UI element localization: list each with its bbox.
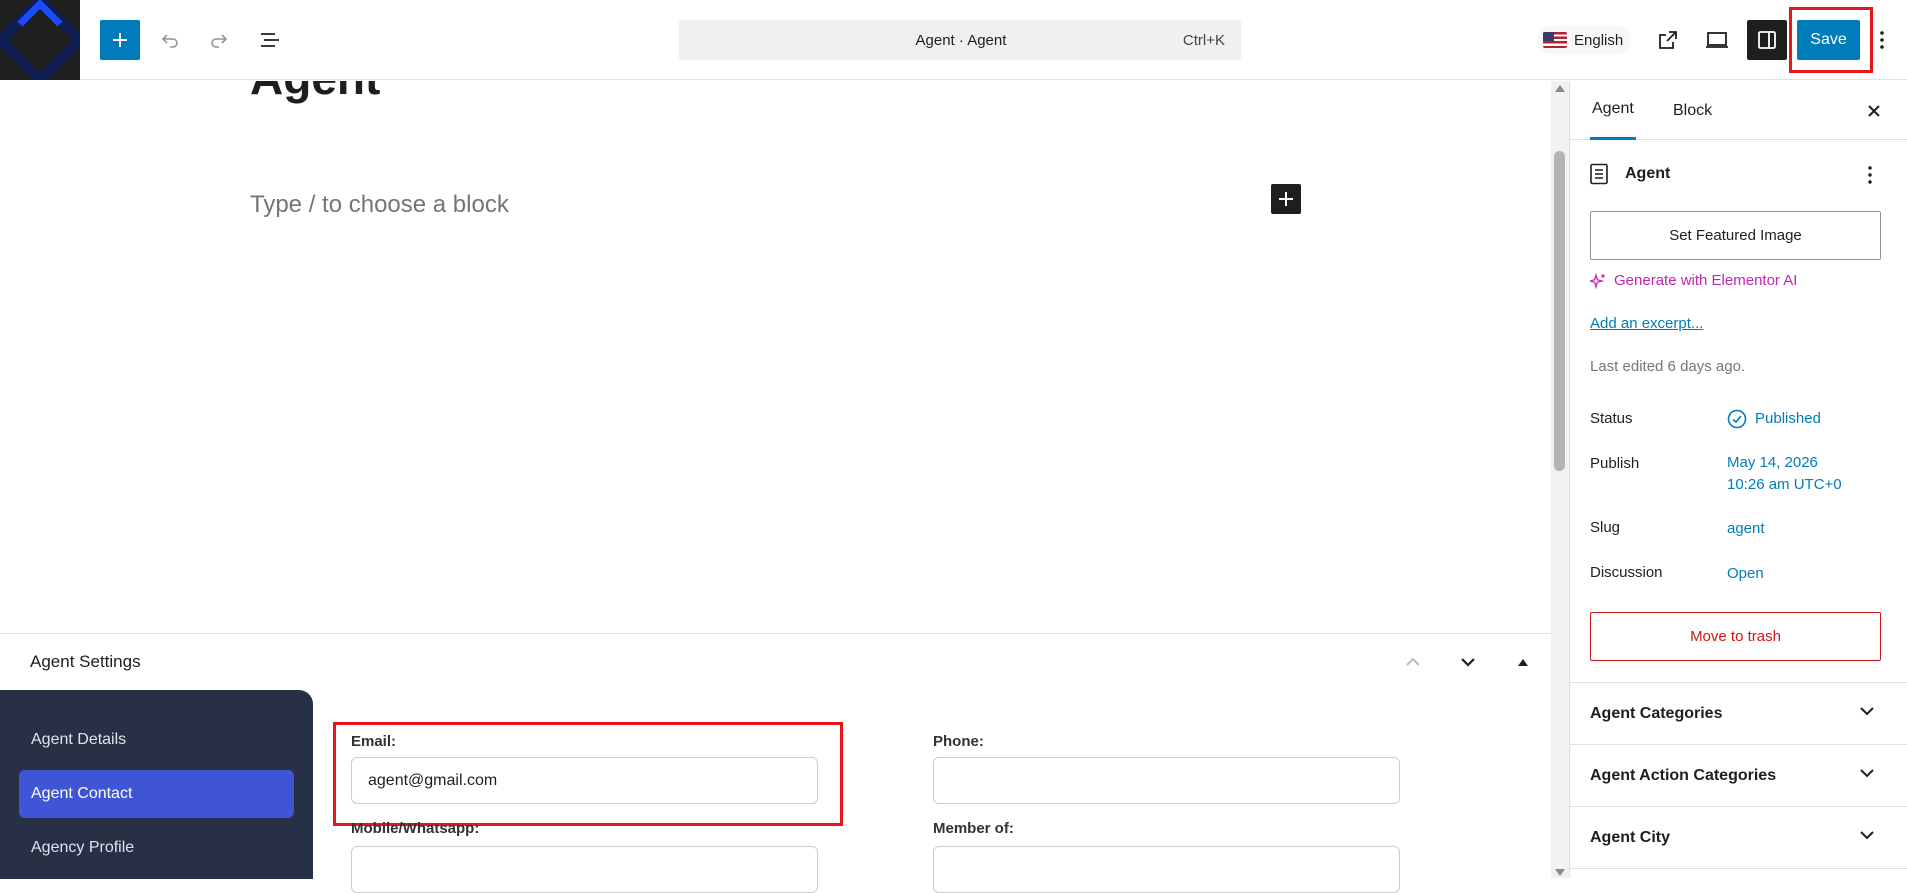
panel-title: Agent Categories (1590, 704, 1723, 722)
canvas-scrollbar[interactable] (1551, 81, 1569, 878)
plus-icon (1279, 192, 1293, 206)
chevron-down-icon (1860, 769, 1874, 778)
document-type-label: Agent (1625, 165, 1671, 182)
email-field[interactable] (351, 757, 818, 804)
generate-ai-link[interactable]: Generate with Elementor AI (1590, 272, 1797, 289)
language-label: English (1574, 31, 1624, 49)
metabox-side-nav: Agent Details Agent Contact Agency Profi… (0, 690, 313, 879)
close-icon (1868, 105, 1880, 117)
redo-icon (211, 34, 228, 48)
discussion-value[interactable]: Open (1727, 563, 1764, 585)
close-sidebar-button[interactable] (1862, 99, 1886, 123)
publish-time: 10:26 am UTC+0 (1727, 476, 1842, 493)
move-down-button[interactable] (1454, 648, 1482, 676)
chevron-down-icon (1860, 707, 1874, 716)
publish-label: Publish (1590, 455, 1640, 472)
command-shortcut: Ctrl+K (1182, 31, 1225, 49)
published-check-icon (1727, 409, 1747, 429)
status-value-button[interactable]: Published (1727, 408, 1821, 430)
scroll-up-arrow-icon[interactable] (1555, 85, 1565, 92)
tab-agent[interactable]: Agent (1590, 81, 1636, 140)
move-to-trash-button[interactable]: Move to trash (1590, 612, 1881, 661)
panel-agent-action-categories[interactable]: Agent Action Categories (1570, 745, 1907, 807)
editor-top-bar: Agent · Agent Ctrl+K English Save (0, 0, 1907, 80)
toggle-panel-button[interactable] (1509, 648, 1537, 676)
mobile-field[interactable] (351, 846, 818, 893)
publish-date: May 14, 2026 (1727, 454, 1818, 471)
status-label: Status (1590, 410, 1633, 427)
list-view-icon (261, 33, 279, 47)
plus-icon (113, 33, 127, 47)
device-preview-button[interactable] (1697, 20, 1737, 60)
site-logo-icon[interactable] (0, 0, 80, 80)
ai-sparkle-icon (1590, 272, 1605, 289)
external-link-icon (1659, 31, 1677, 49)
member-of-field[interactable] (933, 846, 1400, 893)
sidebar-icon (1758, 31, 1776, 49)
document-actions-button[interactable] (1858, 163, 1882, 187)
undo-button[interactable] (150, 20, 190, 60)
mobile-label: Mobile/Whatsapp: (351, 820, 480, 837)
phone-label: Phone: (933, 733, 984, 750)
redo-button[interactable] (199, 20, 239, 60)
document-title: Agent · Agent (915, 31, 1007, 49)
inline-inserter-button[interactable] (1271, 184, 1301, 214)
post-title[interactable]: Agent (250, 81, 380, 105)
generate-ai-label: Generate with Elementor AI (1614, 272, 1798, 289)
view-post-button[interactable] (1648, 20, 1688, 60)
status-value: Published (1755, 410, 1821, 427)
undo-icon (161, 34, 178, 48)
panel-agent-categories[interactable]: Agent Categories (1570, 683, 1907, 745)
member-of-label: Member of: (933, 820, 1014, 837)
panel-agent-city[interactable]: Agent City (1570, 807, 1907, 869)
language-switcher[interactable]: English (1537, 26, 1632, 54)
chevron-down-icon (1860, 831, 1874, 840)
panel-title: Agent Action Categories (1590, 766, 1777, 784)
tab-block[interactable]: Block (1673, 81, 1712, 140)
move-up-button[interactable] (1399, 648, 1427, 676)
chevron-down-icon (1461, 658, 1475, 667)
save-button[interactable]: Save (1797, 20, 1860, 60)
panel-title: Agent City (1590, 828, 1670, 846)
slug-label: Slug (1590, 519, 1621, 536)
last-edited-text: Last edited 6 days ago. (1590, 358, 1746, 375)
triangle-up-icon (1518, 659, 1528, 666)
scrollbar-thumb[interactable] (1554, 151, 1565, 471)
more-vertical-icon (1880, 31, 1884, 49)
command-palette-bar[interactable]: Agent · Agent Ctrl+K (679, 20, 1241, 60)
slug-value[interactable]: agent (1727, 518, 1765, 540)
metabox-header: Agent Settings (0, 634, 1551, 690)
nav-item-agent-contact[interactable]: Agent Contact (19, 770, 294, 818)
document-icon (1590, 163, 1608, 185)
chevron-up-icon (1406, 657, 1420, 666)
editor-canvas: Agent Type / to choose a block (0, 81, 1551, 633)
settings-sidebar: Agent Block Agent Set Featured Image Gen… (1569, 81, 1907, 878)
scroll-down-arrow-icon[interactable] (1555, 869, 1565, 876)
phone-field[interactable] (933, 757, 1400, 804)
agent-settings-metabox: Agent Settings Agent Details Agent Conta… (0, 633, 1551, 893)
document-overview-button[interactable] (250, 20, 290, 60)
add-excerpt-link[interactable]: Add an excerpt... (1590, 315, 1703, 332)
document-card-header: Agent (1589, 163, 1670, 185)
nav-item-agency-profile[interactable]: Agency Profile (19, 824, 294, 872)
options-menu-button[interactable] (1870, 20, 1894, 60)
block-placeholder[interactable]: Type / to choose a block (250, 191, 509, 219)
nav-item-agent-details[interactable]: Agent Details (19, 716, 294, 764)
discussion-label: Discussion (1590, 564, 1663, 581)
more-vertical-icon (1868, 166, 1872, 184)
email-label: Email: (351, 733, 397, 750)
desktop-icon (1706, 32, 1728, 48)
sidebar-tabs: Agent Block (1570, 81, 1907, 140)
metabox-title: Agent Settings (30, 652, 141, 671)
settings-sidebar-toggle[interactable] (1747, 20, 1787, 60)
us-flag-icon (1543, 32, 1567, 48)
block-inserter-button[interactable] (100, 20, 140, 60)
set-featured-image-button[interactable]: Set Featured Image (1590, 211, 1881, 260)
publish-date-button[interactable]: May 14, 2026 10:26 am UTC+0 (1727, 452, 1842, 496)
